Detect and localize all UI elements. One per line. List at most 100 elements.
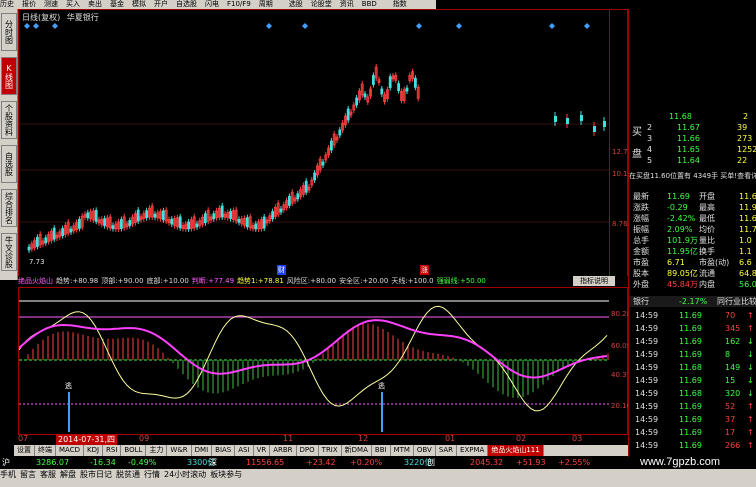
menu-item[interactable]: 周期 <box>259 0 273 8</box>
indicator-item-label: 风险区 <box>286 277 308 285</box>
bottom-menu-item[interactable]: 行情 <box>144 470 160 479</box>
indicator-tab[interactable]: 绝品火焰山111 <box>488 445 544 456</box>
tick-volume: 52 <box>725 402 736 411</box>
indicator-tab[interactable]: 主力 <box>146 445 168 456</box>
indicator-tab[interactable]: W&R <box>167 445 192 456</box>
indicator-tab[interactable]: 新DMA <box>342 445 372 456</box>
menu-item[interactable]: 闪电 <box>205 0 219 8</box>
indicator-tab[interactable]: SAR <box>436 445 458 456</box>
tick-row: 14:59 11.68 149 ↓ <box>629 362 756 373</box>
queue-hint[interactable]: 在买盘11.60位置有 4349手 买单!查看详 <box>629 171 756 182</box>
indicator-chart[interactable]: 80.28 60.09 40.37 20.16 逃 逃 <box>18 287 631 435</box>
left-tab[interactable]: 自选股 <box>1 145 17 183</box>
indicator-item-value: +90.00 <box>117 277 144 285</box>
indicator-tab[interactable]: RSI <box>103 445 122 456</box>
arrow-up-icon: ↑ <box>747 311 754 320</box>
tick-volume: 70 <box>725 311 736 320</box>
candle-body <box>296 193 300 200</box>
bottom-menu-item[interactable]: 手机 <box>0 470 16 479</box>
indicator-help-button[interactable]: 指标说明 <box>573 276 615 286</box>
candle-body <box>178 216 182 229</box>
indicator-tab[interactable]: TRIX <box>319 445 342 456</box>
buy-level-row: 4 11.65 1252 <box>629 144 756 155</box>
menu-item[interactable]: 选股 <box>289 0 303 8</box>
event-marker[interactable]: 涨 <box>420 265 429 275</box>
tick-time: 14:59 <box>635 337 659 346</box>
buy-level-row: 2 11.67 39 <box>629 122 756 133</box>
bottom-menu-item[interactable]: 板块参与 <box>210 470 242 479</box>
menu-item[interactable]: 卖出 <box>88 0 102 8</box>
indicator-item-value: +10.00 <box>162 277 189 285</box>
candle-body <box>52 227 56 240</box>
event-marker[interactable]: 财 <box>277 265 286 275</box>
buy-level-number: 2 <box>647 123 653 132</box>
arrow-down-icon: ↓ <box>747 337 754 346</box>
indicator-item-label: 强弱线 <box>436 277 458 285</box>
menu-item[interactable]: 自选股 <box>176 0 197 8</box>
candle-body <box>593 126 596 132</box>
indicator-item-label: 顶部 <box>101 277 116 285</box>
buy-level-row: 5 11.64 22 <box>629 155 756 166</box>
bottom-menu-item[interactable]: 留言 <box>20 470 36 479</box>
indicator-tab[interactable]: BOLL <box>121 445 147 456</box>
left-tab[interactable]: 综合排名 <box>1 189 17 227</box>
indicator-tab[interactable]: 设置 <box>14 445 35 456</box>
indicator-tab[interactable]: DPO <box>297 445 319 456</box>
tick-time: 14:59 <box>635 389 659 398</box>
candle-body <box>27 246 31 251</box>
candle-body <box>237 219 241 223</box>
candle-body <box>161 210 165 221</box>
indicator-tab[interactable]: KDJ <box>84 445 104 456</box>
bottom-menu-item[interactable]: 脱贫通 <box>116 470 140 479</box>
industry-compare-link[interactable]: 同行业比较 <box>717 296 756 307</box>
left-tab[interactable]: K线图 <box>1 57 17 95</box>
kline-chart[interactable]: 日线(复权) 华夏银行 12.76 10.12 8.76 7.73 财 涨 <box>18 9 632 279</box>
menu-item[interactable]: 开户 <box>154 0 168 8</box>
left-tab[interactable]: 分时图 <box>1 13 17 51</box>
menu-item[interactable]: 买入 <box>66 0 80 8</box>
bottom-menu-item[interactable]: 股市日记 <box>80 470 112 479</box>
left-tab[interactable]: 个股资料 <box>1 101 17 139</box>
menu-item[interactable]: BBD <box>362 0 377 8</box>
stat-label: 金额 <box>633 247 649 256</box>
tick-time: 14:59 <box>635 363 659 372</box>
bottom-menu-item[interactable]: 解盘 <box>60 470 76 479</box>
bottom-menu-item[interactable]: 24小时滚动 <box>164 470 206 479</box>
cy-change: +51.93 <box>516 458 546 467</box>
indicator-tab[interactable]: OBV <box>414 445 436 456</box>
menu-item[interactable]: 指数 <box>393 0 407 8</box>
indicator-tab[interactable]: BBI <box>372 445 391 456</box>
date-label: 12 <box>358 434 369 443</box>
bottom-menu-item[interactable]: 客服 <box>40 470 56 479</box>
menu-item[interactable]: 资讯 <box>340 0 354 8</box>
tick-volume: 345 <box>725 324 741 333</box>
tick-row: 14:59 11.69 8 ↓ <box>629 349 756 360</box>
arrow-up-icon: ↑ <box>747 324 754 333</box>
stat-value: 11.9 <box>739 203 756 212</box>
menu-item[interactable]: 论股堂 <box>311 0 332 8</box>
candle-body <box>128 220 132 226</box>
candle-body <box>212 213 216 220</box>
indicator-tab[interactable]: VR <box>254 445 271 456</box>
indicator-tab[interactable]: MTM <box>391 445 414 456</box>
left-tab[interactable]: 牛叉诊股 <box>1 233 17 271</box>
menu-item[interactable]: 历史 <box>0 0 14 8</box>
menu-item[interactable]: 测速 <box>44 0 58 8</box>
stat-value: 6.71 <box>667 258 685 267</box>
indicator-tab[interactable]: MACD <box>56 445 84 456</box>
quote-panel: 11.68 2 买 盘 2 11.67 39 3 11.66 273 4 11.65 1252 5… <box>628 9 756 457</box>
buy-level-price: 11.65 <box>677 145 700 154</box>
tick-price: 11.69 <box>679 324 702 333</box>
indicator-tab[interactable]: DMI <box>192 445 213 456</box>
indicator-tab[interactable]: 终端 <box>35 445 56 456</box>
menu-item[interactable]: 基金 <box>110 0 124 8</box>
indicator-tab[interactable]: ASI <box>235 445 254 456</box>
menu-item[interactable]: F10/F9 <box>227 0 251 8</box>
menu-item[interactable]: 报价 <box>22 0 36 8</box>
indicator-tab[interactable]: BIAS <box>212 445 236 456</box>
indicator-tab[interactable]: EXPMA <box>457 445 489 456</box>
menu-item[interactable]: 模拟 <box>132 0 146 8</box>
candle-body <box>329 140 333 151</box>
date-label: 01 <box>445 434 456 443</box>
indicator-tab[interactable]: ARBR <box>270 445 297 456</box>
